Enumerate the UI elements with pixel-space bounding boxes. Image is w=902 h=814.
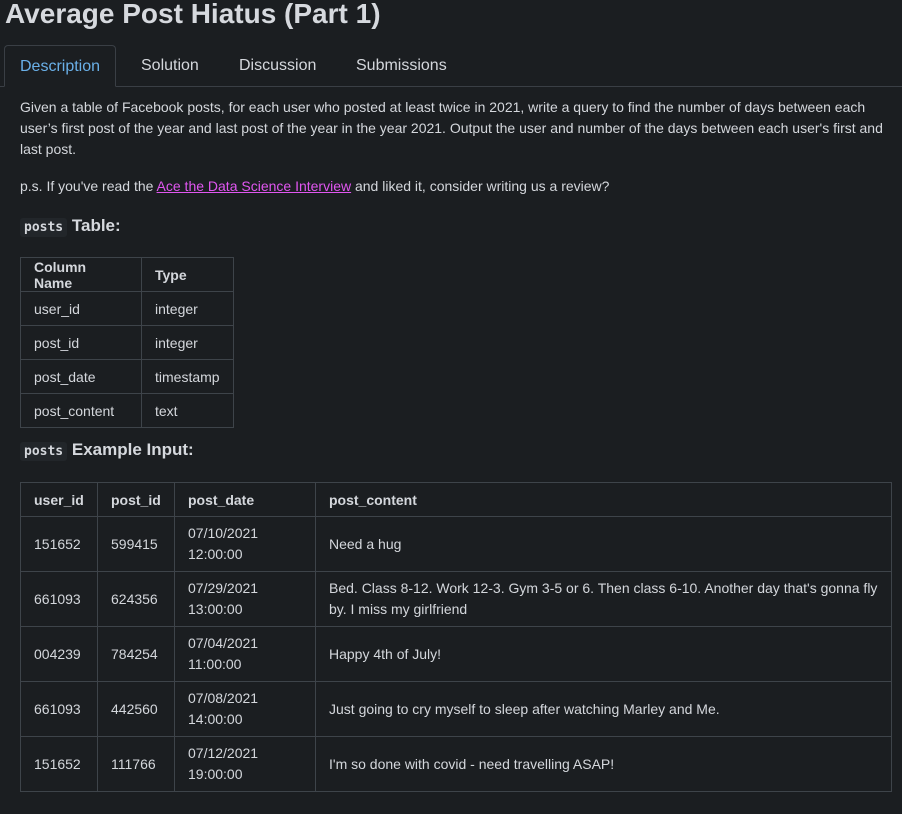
description-panel: Given a table of Facebook posts, for eac… xyxy=(20,97,892,792)
tab-description[interactable]: Description xyxy=(4,45,116,87)
post-id-cell: 111766 xyxy=(97,736,175,792)
column-name-cell: post_date xyxy=(20,359,142,394)
column-name-cell: user_id xyxy=(20,291,142,326)
example-heading-text: Example Input: xyxy=(71,440,194,459)
user-id-cell: 151652 xyxy=(20,516,98,572)
example-header-cell: post_id xyxy=(97,482,175,517)
example-header-row: user_id post_id post_date post_content xyxy=(20,482,892,517)
post-content-cell: Happy 4th of July! xyxy=(315,626,892,682)
post-date-cell: 07/29/2021 13:00:00 xyxy=(174,571,316,627)
table-row: 151652 599415 07/10/2021 12:00:00 Need a… xyxy=(20,516,892,572)
schema-header-row: Column Name Type xyxy=(20,257,234,292)
table-row: 661093 442560 07/08/2021 14:00:00 Just g… xyxy=(20,681,892,737)
post-id-cell: 599415 xyxy=(97,516,175,572)
user-id-cell: 661093 xyxy=(20,681,98,737)
column-name-cell: post_id xyxy=(20,325,142,360)
post-date-cell: 07/12/2021 19:00:00 xyxy=(174,736,316,792)
example-table-name: posts xyxy=(20,442,68,461)
column-type-cell: timestamp xyxy=(141,359,234,394)
schema-heading-text: Table: xyxy=(71,216,121,235)
problem-description: Given a table of Facebook posts, for eac… xyxy=(20,99,883,157)
column-name-cell: post_content xyxy=(20,393,142,428)
schema-table-name: posts xyxy=(20,218,68,237)
table-row: 004239 784254 07/04/2021 11:00:00 Happy … xyxy=(20,626,892,682)
column-type-cell: integer xyxy=(141,325,234,360)
schema-heading: posts Table: xyxy=(20,214,892,240)
post-id-cell: 784254 xyxy=(97,626,175,682)
ps-suffix: and liked it, consider writing us a revi… xyxy=(351,178,610,194)
schema-header-cell: Column Name xyxy=(20,257,142,292)
post-date-cell: 07/04/2021 11:00:00 xyxy=(174,626,316,682)
example-header-cell: post_date xyxy=(174,482,316,517)
user-id-cell: 151652 xyxy=(20,736,98,792)
example-header-cell: user_id xyxy=(20,482,98,517)
ps-note: p.s. If you've read the Ace the Data Sci… xyxy=(20,176,892,197)
table-row: post_date timestamp xyxy=(20,359,234,394)
post-date-cell: 07/10/2021 12:00:00 xyxy=(174,516,316,572)
ace-interview-link[interactable]: Ace the Data Science Interview xyxy=(157,178,352,194)
example-header-cell: post_content xyxy=(315,482,892,517)
post-content-cell: Bed. Class 8-12. Work 12-3. Gym 3-5 or 6… xyxy=(315,571,892,627)
post-date-cell: 07/08/2021 14:00:00 xyxy=(174,681,316,737)
post-content-cell: Need a hug xyxy=(315,516,892,572)
user-id-cell: 661093 xyxy=(20,571,98,627)
schema-header-cell: Type xyxy=(141,257,234,292)
post-id-cell: 442560 xyxy=(97,681,175,737)
table-row: 661093 624356 07/29/2021 13:00:00 Bed. C… xyxy=(20,571,892,627)
post-content-cell: I'm so done with covid - need travelling… xyxy=(315,736,892,792)
post-content-cell: Just going to cry myself to sleep after … xyxy=(315,681,892,737)
table-row: post_id integer xyxy=(20,325,234,360)
table-row: post_content text xyxy=(20,393,234,428)
tab-bar: Description Solution Discussion Submissi… xyxy=(0,45,902,87)
ps-prefix: p.s. If you've read the xyxy=(20,178,157,194)
tab-solution[interactable]: Solution xyxy=(141,45,199,86)
table-row: 151652 111766 07/12/2021 19:00:00 I'm so… xyxy=(20,736,892,792)
tab-submissions[interactable]: Submissions xyxy=(356,45,447,86)
column-type-cell: integer xyxy=(141,291,234,326)
example-heading: posts Example Input: xyxy=(20,438,892,464)
user-id-cell: 004239 xyxy=(20,626,98,682)
tab-discussion[interactable]: Discussion xyxy=(239,45,316,86)
schema-table: Column Name Type user_id integer post_id… xyxy=(20,257,234,428)
table-row: user_id integer xyxy=(20,291,234,326)
example-input-table: user_id post_id post_date post_content 1… xyxy=(20,482,892,792)
column-type-cell: text xyxy=(141,393,234,428)
page-title: Average Post Hiatus (Part 1) xyxy=(5,0,381,29)
post-id-cell: 624356 xyxy=(97,571,175,627)
